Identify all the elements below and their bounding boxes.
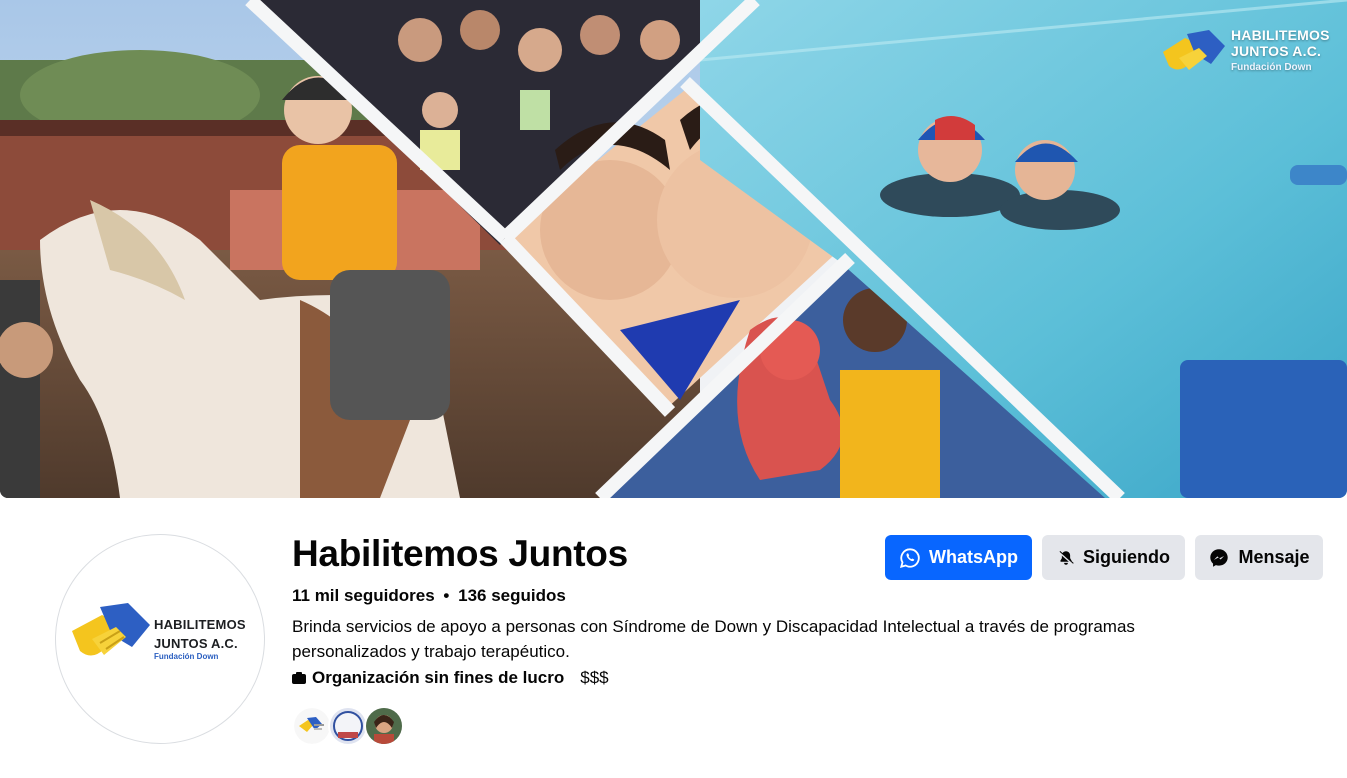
- friend-avatar[interactable]: [328, 706, 368, 746]
- avatar-logo-line2: JUNTOS A.C.: [154, 636, 238, 651]
- following-link[interactable]: 136 seguidos: [458, 586, 566, 605]
- cover-logo-line1: HABILITEMOS: [1231, 27, 1330, 43]
- message-button[interactable]: Mensaje: [1195, 535, 1323, 580]
- cover-logo-sub: Fundación Down: [1231, 62, 1312, 73]
- followers-link[interactable]: 11 mil seguidores: [292, 586, 435, 605]
- page-bio: Brinda servicios de apoyo a personas con…: [292, 617, 1135, 661]
- cover-collage: [0, 0, 1347, 498]
- mutual-followers[interactable]: [292, 706, 412, 746]
- friend-photo: [330, 708, 366, 744]
- friend-avatar[interactable]: [364, 706, 404, 746]
- whatsapp-icon: [899, 547, 920, 568]
- page-title[interactable]: Habilitemos Juntos: [292, 533, 628, 575]
- avatar-logo-text: HABILITEMOS JUNTOS A.C.: [154, 615, 246, 653]
- page-category: Organización sin fines de lucro: [312, 668, 565, 687]
- handshake-icon: [1163, 30, 1225, 70]
- profile-picture[interactable]: HABILITEMOS JUNTOS A.C. Fundación Down: [55, 534, 265, 744]
- stats-separator: •: [443, 586, 450, 605]
- cover-logo-text: HABILITEMOS JUNTOS A.C.: [1231, 27, 1330, 59]
- cover-logo: HABILITEMOS JUNTOS A.C. Fundación Down: [1159, 24, 1341, 80]
- friend-photo: [366, 708, 402, 744]
- price-range: $$$: [580, 668, 609, 687]
- following-button-label: Siguiendo: [1083, 547, 1170, 567]
- follow-stats: 11 mil seguidores • 136 seguidos: [292, 586, 566, 606]
- messenger-icon: [1210, 548, 1229, 567]
- category-icon: [292, 672, 306, 684]
- bell-icon: [1058, 550, 1074, 565]
- avatar-logo-sub: Fundación Down: [154, 652, 219, 661]
- cover-logo-line2: JUNTOS A.C.: [1231, 43, 1322, 59]
- friend-avatar[interactable]: [292, 706, 332, 746]
- handshake-icon: [294, 708, 330, 744]
- page-category-row: Organización sin fines de lucro $$$: [292, 668, 609, 688]
- whatsapp-button-label: WhatsApp: [929, 547, 1018, 567]
- cover-photo[interactable]: HABILITEMOS JUNTOS A.C. Fundación Down: [0, 0, 1347, 498]
- avatar-logo-line1: HABILITEMOS: [154, 617, 246, 632]
- handshake-icon: [72, 603, 150, 656]
- message-button-label: Mensaje: [1238, 547, 1310, 567]
- following-button[interactable]: Siguiendo: [1042, 535, 1185, 580]
- whatsapp-button[interactable]: WhatsApp: [885, 535, 1032, 580]
